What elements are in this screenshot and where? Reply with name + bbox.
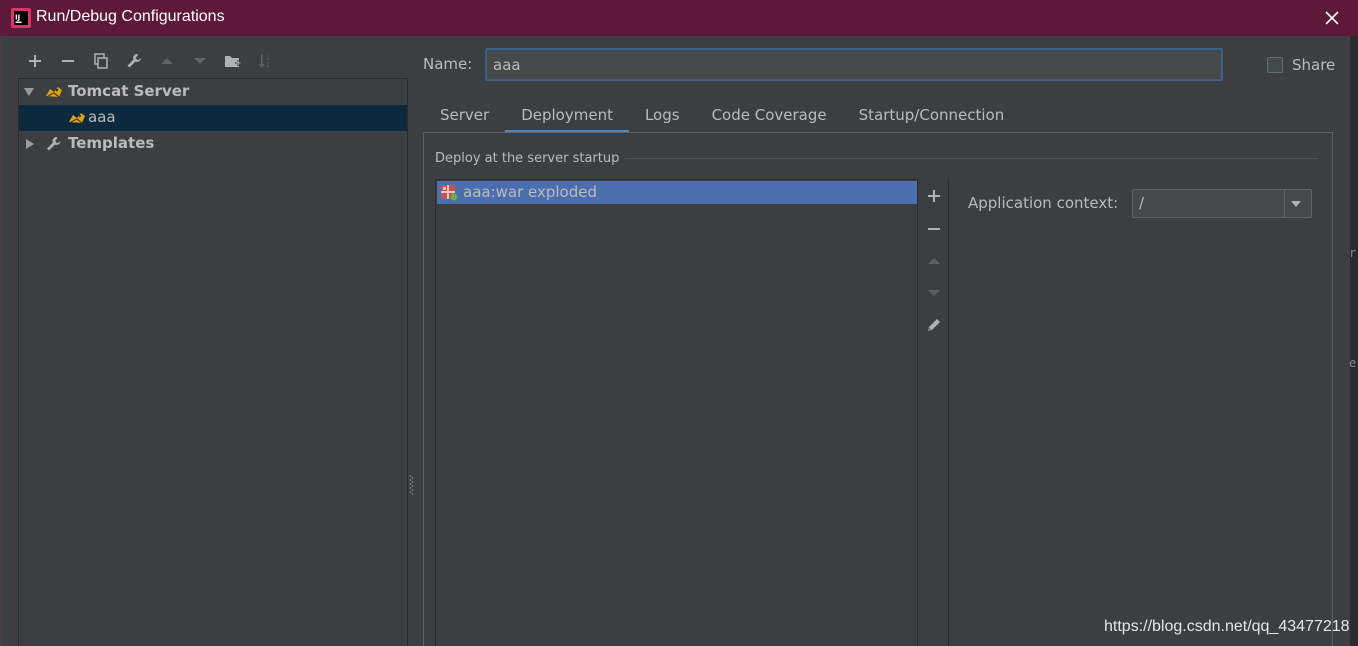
remove-icon <box>928 228 940 230</box>
tomcat-icon <box>46 87 62 98</box>
tomcat-icon <box>69 113 85 124</box>
artifact-label: aaa:war exploded <box>463 183 598 201</box>
wrench-icon <box>47 137 61 151</box>
edit-artifact-button[interactable] <box>922 313 946 337</box>
remove-artifact-button[interactable] <box>922 217 946 241</box>
tree-item-label: Templates <box>68 134 155 152</box>
group-divider <box>620 158 1318 159</box>
name-label: Name: <box>423 55 473 73</box>
arrow-up-icon <box>928 258 940 264</box>
arrow-up-icon <box>160 58 173 64</box>
tab-startup-connection[interactable]: Startup/Connection <box>843 96 1021 133</box>
configurations-tree: Tomcat Server aaa Templates <box>18 78 408 646</box>
add-configuration-button[interactable] <box>18 47 51 75</box>
share-checkbox[interactable] <box>1267 57 1283 73</box>
configurations-toolbar: 12 <box>18 47 282 75</box>
background-text-fragment: e <box>1349 356 1357 370</box>
window-edge <box>0 36 2 646</box>
edit-defaults-button[interactable] <box>117 47 150 75</box>
chevron-down-icon[interactable] <box>1290 199 1302 209</box>
application-context-label: Application context: <box>968 194 1119 212</box>
tree-item-label: aaa <box>88 108 116 126</box>
tree-item-tomcat-server[interactable]: Tomcat Server <box>19 79 407 105</box>
add-artifact-button[interactable] <box>922 184 946 208</box>
tree-item-templates[interactable]: Templates <box>19 131 407 157</box>
remove-configuration-button[interactable] <box>51 47 84 75</box>
chevron-right-icon[interactable] <box>24 138 36 150</box>
new-folder-button[interactable] <box>216 47 249 75</box>
watermark: https://blog.csdn.net/qq_43477218 <box>1104 618 1350 635</box>
tab-deployment[interactable]: Deployment <box>505 96 629 133</box>
application-context-combo[interactable]: / <box>1132 189 1312 218</box>
arrow-down-icon <box>193 58 206 64</box>
chevron-down-icon[interactable] <box>23 86 35 98</box>
background-text-fragment: r <box>1349 246 1357 260</box>
add-icon <box>28 55 41 67</box>
svg-text:IJ: IJ <box>15 14 20 22</box>
svg-text:1: 1 <box>266 55 270 62</box>
tree-item-label: Tomcat Server <box>68 82 190 100</box>
tab-code-coverage[interactable]: Code Coverage <box>696 96 843 133</box>
application-context-value[interactable]: / <box>1139 194 1144 212</box>
move-artifact-down-button[interactable] <box>922 281 946 305</box>
sort-button[interactable]: 12 <box>249 47 282 75</box>
move-artifact-up-button[interactable] <box>922 249 946 273</box>
name-input[interactable] <box>485 48 1223 81</box>
tab-logs[interactable]: Logs <box>629 96 696 133</box>
group-title: Deploy at the server startup <box>435 151 626 166</box>
arrow-down-icon <box>928 290 940 296</box>
copy-configuration-button[interactable] <box>84 47 117 75</box>
window-title: Run/Debug Configurations <box>36 8 225 25</box>
combo-divider <box>1284 190 1285 217</box>
svg-text:2: 2 <box>266 62 270 69</box>
remove-icon <box>61 60 74 62</box>
configuration-tabs: Server Deployment Logs Code Coverage Sta… <box>424 96 1020 133</box>
list-item[interactable]: aaa:war exploded <box>437 181 917 204</box>
intellij-idea-icon: IJ <box>11 8 31 28</box>
close-icon[interactable] <box>1320 6 1344 30</box>
artifact-list-toolbar <box>917 179 949 646</box>
title-bar: IJ Run/Debug Configurations <box>0 0 1358 36</box>
tree-item-aaa[interactable]: aaa <box>19 105 407 131</box>
wrench-icon <box>127 54 141 68</box>
edit-icon <box>928 319 940 331</box>
move-down-button[interactable] <box>183 47 216 75</box>
artifact-icon <box>441 185 458 201</box>
sort-icon: 12 <box>258 54 270 69</box>
splitter-handle[interactable] <box>409 474 414 496</box>
add-icon <box>928 190 940 202</box>
new-folder-icon <box>224 56 241 67</box>
background-window-edge <box>1350 36 1358 646</box>
move-up-button[interactable] <box>150 47 183 75</box>
share-label[interactable]: Share <box>1292 56 1335 74</box>
artifact-list[interactable]: aaa:war exploded <box>435 179 918 646</box>
tab-server[interactable]: Server <box>424 96 505 133</box>
copy-icon <box>93 53 108 69</box>
